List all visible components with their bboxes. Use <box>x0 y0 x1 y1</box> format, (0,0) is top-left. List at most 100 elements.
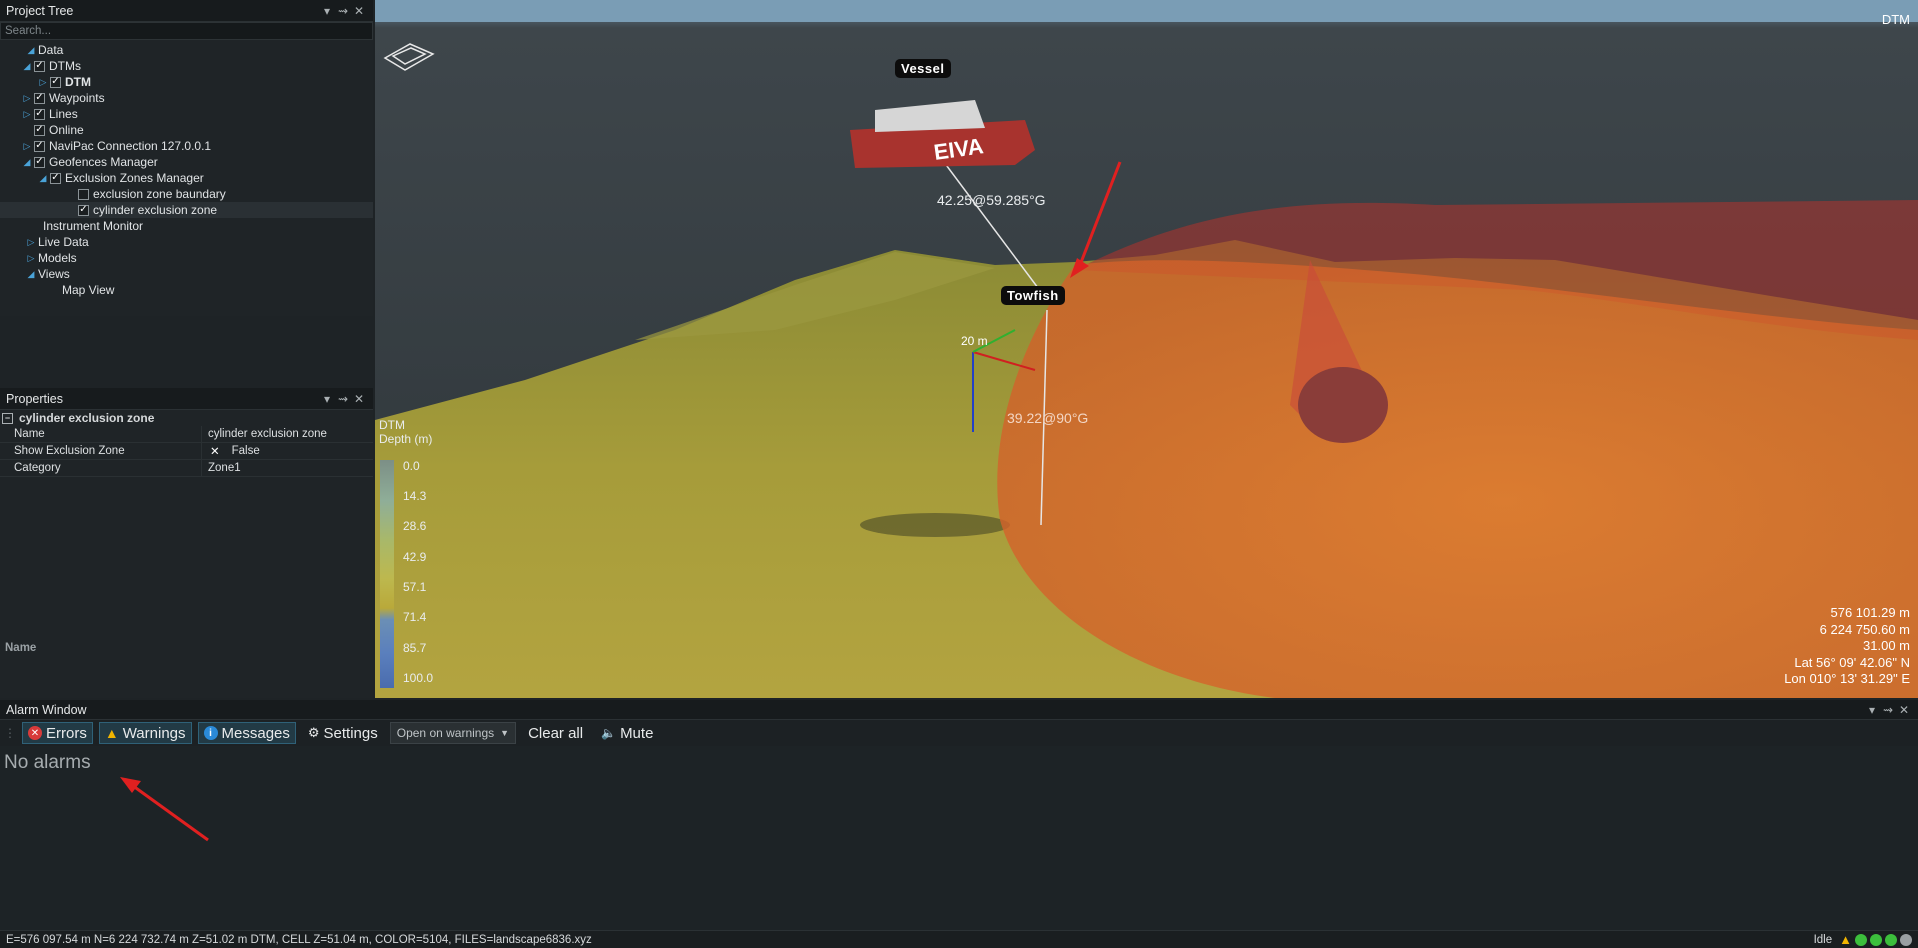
collapsed-arrow-icon[interactable]: ▷ <box>20 109 34 120</box>
checkbox[interactable] <box>34 92 45 104</box>
tree-item-cylinder-exclusion-zone[interactable]: cylinder exclusion zone <box>0 202 373 218</box>
checkbox[interactable] <box>34 60 45 72</box>
tree-item-map-view[interactable]: Map View <box>0 282 373 298</box>
checkbox[interactable] <box>34 124 45 136</box>
tree-item-instrument-monitor[interactable]: Instrument Monitor <box>0 218 373 234</box>
chevron-down-icon[interactable]: ▾ <box>319 392 335 406</box>
tree-item-models[interactable]: ▷ Models <box>0 250 373 266</box>
errors-toggle-button[interactable]: ✕ Errors <box>22 722 93 744</box>
tree-item-waypoints[interactable]: ▷ Waypoints <box>0 90 373 106</box>
status-text: E=576 097.54 m N=6 224 732.74 m Z=51.02 … <box>6 933 592 946</box>
open-on-dropdown[interactable]: Open on warnings ▼ <box>389 722 517 744</box>
expanded-arrow-icon[interactable]: ◢ <box>36 173 50 184</box>
properties-object-name: cylinder exclusion zone <box>19 411 155 425</box>
checkbox[interactable] <box>34 140 45 152</box>
expanded-arrow-icon[interactable]: ◢ <box>24 45 38 56</box>
warnings-toggle-button[interactable]: ▲ Warnings <box>98 722 192 744</box>
alarm-empty-text: No alarms <box>4 752 91 773</box>
toolbar-grip-icon: ⋮ <box>4 726 16 740</box>
tree-item-dtm[interactable]: ▷ DTM <box>0 74 373 90</box>
map-view-viewport[interactable]: EIVA DTM Vessel Towfish 42.25@59.285°G 3… <box>375 0 1918 698</box>
warning-icon: ▲ <box>104 725 119 741</box>
coord-depth: 31.00 m <box>1863 638 1910 653</box>
tree-item-views[interactable]: ◢ Views <box>0 266 373 282</box>
tree-item-label: Map View <box>62 283 115 297</box>
status-indicators: Idle ▲ <box>1814 932 1912 947</box>
checkbox[interactable] <box>50 172 61 184</box>
checkbox[interactable] <box>34 108 45 120</box>
expanded-arrow-icon[interactable]: ◢ <box>24 269 38 280</box>
clear-all-button[interactable]: Clear all <box>522 722 589 744</box>
pin-icon[interactable]: ⇝ <box>335 392 351 406</box>
property-value[interactable]: cylinder exclusion zone <box>202 428 373 440</box>
horizon-strip <box>375 0 1918 22</box>
tree-item-navipac[interactable]: ▷ NaviPac Connection 127.0.0.1 <box>0 138 373 154</box>
property-row-show-exclusion-zone[interactable]: Show Exclusion Zone ✕ False <box>0 443 373 460</box>
tree-item-label: Waypoints <box>49 91 105 105</box>
property-row-name[interactable]: Name cylinder exclusion zone <box>0 426 373 443</box>
inactive-status-icon <box>1900 933 1912 946</box>
legend-value: 57.1 <box>403 580 427 594</box>
collapsed-arrow-icon[interactable]: ▷ <box>36 77 50 88</box>
property-value[interactable]: False <box>220 445 373 457</box>
vessel-callout[interactable]: Vessel <box>895 59 951 78</box>
tree-item-dtms[interactable]: ◢ DTMs <box>0 58 373 74</box>
checkbox[interactable] <box>78 204 89 216</box>
towfish-callout[interactable]: Towfish <box>1001 286 1065 305</box>
tree-item-lines[interactable]: ▷ Lines <box>0 106 373 122</box>
pin-icon[interactable]: ⇝ <box>1880 703 1896 717</box>
tree-item-label: Online <box>49 123 84 137</box>
property-key: Show Exclusion Zone <box>0 443 202 459</box>
settings-label: Settings <box>323 724 378 742</box>
tree-item-data[interactable]: ◢ Data <box>0 42 373 58</box>
checkbox[interactable] <box>78 188 89 200</box>
properties-header: Properties ▾ ⇝ ✕ <box>0 388 373 410</box>
collapsed-arrow-icon[interactable]: ▷ <box>20 93 34 104</box>
viewport-corner-label: DTM <box>1881 12 1910 27</box>
chevron-down-icon[interactable]: ▾ <box>319 4 335 18</box>
expanded-arrow-icon[interactable]: ◢ <box>20 61 34 72</box>
expanded-arrow-icon[interactable]: ◢ <box>20 157 34 168</box>
tree-item-online[interactable]: Online <box>0 122 373 138</box>
tree-item-exclusion-zone-baundary[interactable]: exclusion zone baundary <box>0 186 373 202</box>
close-icon[interactable]: ✕ <box>351 4 367 18</box>
close-icon[interactable]: ✕ <box>1896 703 1912 717</box>
messages-toggle-button[interactable]: i Messages <box>197 722 296 744</box>
checkbox[interactable] <box>50 76 61 88</box>
speaker-icon: 🔈 <box>601 726 617 740</box>
properties-object-title[interactable]: − cylinder exclusion zone <box>0 410 373 426</box>
alarm-window-panel: Alarm Window ▾ ⇝ ✕ ⋮ ✕ Errors ▲ Warnings… <box>0 700 1918 930</box>
false-x-icon[interactable]: ✕ <box>210 444 220 458</box>
mute-button[interactable]: 🔈 Mute <box>595 722 659 744</box>
property-row-category[interactable]: Category Zone1 <box>0 460 373 477</box>
close-icon[interactable]: ✕ <box>351 392 367 406</box>
cylinder-exclusion-zone <box>997 260 1918 698</box>
pin-icon[interactable]: ⇝ <box>335 4 351 18</box>
settings-button[interactable]: ⚙ Settings <box>302 722 384 744</box>
tree-item-geofences[interactable]: ◢ Geofences Manager <box>0 154 373 170</box>
collapsed-arrow-icon[interactable]: ▷ <box>20 141 34 152</box>
terrain-shadow <box>860 513 1010 537</box>
collapse-minus-icon[interactable]: − <box>2 412 13 424</box>
property-value[interactable]: Zone1 <box>202 462 373 474</box>
tree-item-live-data[interactable]: ▷ Live Data <box>0 234 373 250</box>
legend-colorbar <box>380 460 394 688</box>
scene-3d[interactable]: EIVA <box>375 0 1918 698</box>
checkbox[interactable] <box>34 156 45 168</box>
tree-item-label: Models <box>38 251 77 265</box>
properties-description-label: Name <box>5 642 37 654</box>
chevron-down-icon[interactable]: ▾ <box>1864 703 1880 717</box>
collapsed-arrow-icon[interactable]: ▷ <box>24 253 38 264</box>
legend-value: 85.7 <box>403 641 427 655</box>
spiky-object <box>1298 367 1388 443</box>
collapsed-arrow-icon[interactable]: ▷ <box>24 237 38 248</box>
tree-item-exclusion-zones-manager[interactable]: ◢ Exclusion Zones Manager <box>0 170 373 186</box>
tree-search-input[interactable]: Search... <box>0 22 373 40</box>
alarm-window-title: Alarm Window <box>6 702 87 717</box>
tree: ◢ Data ◢ DTMs ▷ DTM ▷ Waypoints ▷ Lines … <box>0 40 373 298</box>
status-state: Idle <box>1813 933 1833 946</box>
tree-item-label: DTMs <box>49 59 81 73</box>
tree-item-label: Exclusion Zones Manager <box>65 171 204 185</box>
tree-item-label: Data <box>38 43 64 57</box>
legend-value: 0.0 <box>403 459 420 473</box>
